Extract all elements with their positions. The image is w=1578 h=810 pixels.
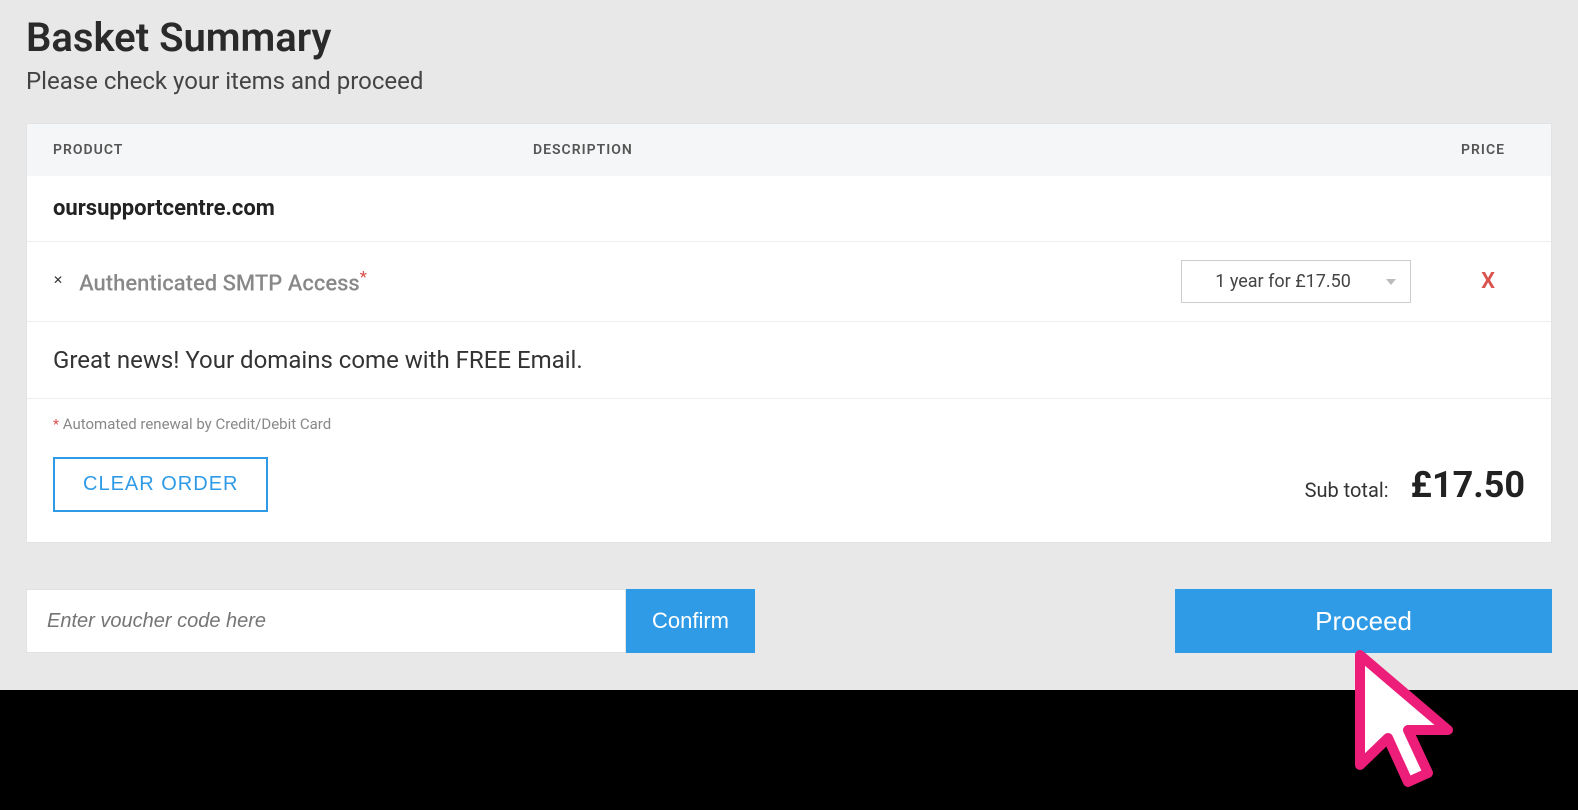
subtotal: Sub total: £17.50 <box>1305 464 1525 506</box>
table-header: PRODUCT DESCRIPTION PRICE <box>27 124 1551 176</box>
asterisk-icon: * <box>360 267 367 286</box>
panel-footer: CLEAR ORDER Sub total: £17.50 <box>27 439 1551 542</box>
domain-row: oursupportcentre.com <box>27 176 1551 242</box>
item-name: Authenticated SMTP Access* <box>79 267 367 296</box>
page-subtitle: Please check your items and proceed <box>26 67 1552 95</box>
asterisk-icon: * <box>53 417 59 433</box>
page: Basket Summary Please check your items a… <box>0 0 1578 653</box>
confirm-voucher-button[interactable]: Confirm <box>626 589 755 653</box>
proceed-button[interactable]: Proceed <box>1175 589 1552 653</box>
basket-panel: PRODUCT DESCRIPTION PRICE oursupportcent… <box>26 123 1552 543</box>
footnote-text: Automated renewal by Credit/Debit Card <box>63 415 331 433</box>
action-bar: Confirm Proceed <box>26 589 1552 653</box>
col-price: PRICE <box>1325 142 1525 158</box>
term-select[interactable]: 1 year for £17.50 <box>1181 260 1411 303</box>
basket-item-row: ✕ Authenticated SMTP Access* 1 year for … <box>27 242 1551 322</box>
spacer <box>755 589 1175 653</box>
page-title: Basket Summary <box>26 14 1552 61</box>
remove-item-button[interactable]: X <box>1481 269 1495 294</box>
free-email-message: Great news! Your domains come with FREE … <box>27 322 1551 399</box>
renewal-footnote: * Automated renewal by Credit/Debit Card <box>27 399 1551 439</box>
voucher-input[interactable] <box>26 589 626 653</box>
bullet-icon: ✕ <box>53 273 63 287</box>
item-name-text: Authenticated SMTP Access <box>79 271 360 296</box>
col-product: PRODUCT <box>53 142 533 158</box>
subtotal-value: £17.50 <box>1411 464 1525 506</box>
subtotal-label: Sub total: <box>1305 478 1389 502</box>
col-description: DESCRIPTION <box>533 142 1325 158</box>
clear-order-button[interactable]: CLEAR ORDER <box>53 457 268 512</box>
footer-bar <box>0 690 1578 810</box>
